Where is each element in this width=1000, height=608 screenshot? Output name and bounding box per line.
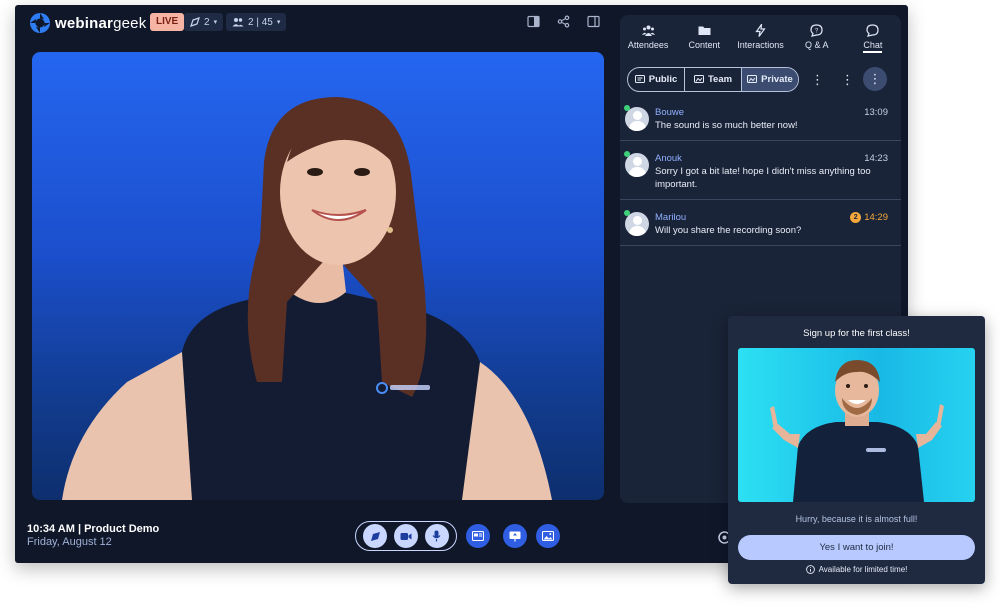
signup-popup: Sign up for the first class! Hurry, beca… xyxy=(728,316,985,584)
share-icon[interactable] xyxy=(557,15,570,28)
popup-note-text: Available for limited time! xyxy=(818,565,908,574)
panel-tabs: Attendees Content Interactions ? Q & A C… xyxy=(620,15,901,59)
popup-hint: Hurry, because it is almost full! xyxy=(795,514,918,524)
private-chat-icon xyxy=(747,75,758,83)
message-text: Will you share the recording soon? xyxy=(655,225,802,236)
logo-mark-icon xyxy=(30,13,50,33)
presenter-tool-button[interactable] xyxy=(363,524,388,548)
image-icon xyxy=(542,531,554,541)
chevron-down-icon: ▾ xyxy=(213,19,218,26)
live-badge: LIVE xyxy=(150,13,185,31)
video-camera-icon xyxy=(400,532,412,540)
online-indicator xyxy=(624,105,630,111)
logo-text-light: geek xyxy=(113,14,147,32)
tab-content[interactable]: Content xyxy=(676,15,732,59)
message-text: Sorry I got a bit late! hope I didn't mi… xyxy=(655,166,871,190)
info-icon xyxy=(805,565,815,574)
message-time: 13:09 xyxy=(864,107,888,118)
message-time: 14:23 xyxy=(864,153,888,164)
media-controls xyxy=(355,521,457,551)
top-actions xyxy=(527,15,600,28)
scope-label: Private xyxy=(761,74,793,85)
tab-attendees[interactable]: Attendees xyxy=(620,15,676,59)
message-author[interactable]: Bouwe xyxy=(655,107,684,118)
presenter-figure xyxy=(770,360,944,502)
presenter-figure xyxy=(62,97,552,500)
tab-label: Content xyxy=(688,40,721,50)
more-options-icon[interactable]: ⋮ xyxy=(811,73,824,86)
message-time: 14:29 xyxy=(864,212,888,223)
session-date: Friday, August 12 xyxy=(27,536,112,548)
attendees-count: 2 | 45 xyxy=(248,16,273,28)
avatar xyxy=(625,212,649,236)
session-time-title: 10:34 AM | Product Demo xyxy=(27,523,160,535)
scope-label: Public xyxy=(648,74,678,85)
chat-message: Bouwe 13:09 The sound is so much better … xyxy=(620,101,901,141)
unread-count-badge: 2 xyxy=(850,212,862,223)
svg-text:?: ? xyxy=(815,29,819,35)
microphone-button[interactable] xyxy=(424,524,449,548)
chat-menu-button[interactable]: ⋮ xyxy=(863,67,887,91)
tab-qa[interactable]: ? Q & A xyxy=(789,15,845,59)
tab-interactions[interactable]: Interactions xyxy=(732,15,788,59)
media-button[interactable] xyxy=(536,524,560,548)
camera-button[interactable] xyxy=(393,524,418,548)
chat-message: Anouk 14:23 Sorry I got a bit late! hope… xyxy=(620,147,901,200)
people-icon xyxy=(232,18,244,27)
layout-sidebar-icon[interactable] xyxy=(527,15,540,28)
public-chat-icon xyxy=(634,75,645,83)
tab-label: Attendees xyxy=(627,40,669,50)
message-author[interactable]: Marilou xyxy=(655,212,686,223)
logo-text-bold: webinar xyxy=(55,14,114,32)
microphone-icon xyxy=(432,530,441,542)
online-indicator xyxy=(624,210,630,216)
more-options-icon[interactable]: ⋮ xyxy=(841,73,854,86)
more-options-icon: ⋮ xyxy=(868,71,882,86)
message-text: The sound is so much better now! xyxy=(655,120,798,131)
scope-label: Team xyxy=(707,74,733,85)
popup-video xyxy=(738,348,975,502)
webinargeek-logo: webinargeek xyxy=(29,12,146,34)
chat-scope-selector: Public Team Private xyxy=(627,67,799,92)
presentation-layout-icon xyxy=(472,531,484,541)
folder-icon xyxy=(698,26,711,35)
panel-toggle-icon[interactable] xyxy=(587,15,600,28)
presenters-count: 2 xyxy=(204,16,210,28)
message-time-unread: 2 14:29 xyxy=(850,212,888,223)
attendees-icon xyxy=(641,25,655,36)
avatar xyxy=(625,153,649,177)
popup-note: Available for limited time! xyxy=(728,565,985,574)
chat-bubble-icon xyxy=(866,24,880,37)
presenter-video xyxy=(32,52,604,500)
tab-label: Q & A xyxy=(804,40,829,50)
presenters-dropdown[interactable]: 2 ▾ xyxy=(184,13,224,31)
screen-share-button[interactable] xyxy=(503,524,527,548)
presenter-icon xyxy=(190,17,200,27)
pen-icon xyxy=(370,531,380,541)
question-bubble-icon: ? xyxy=(810,24,823,37)
lightning-icon xyxy=(755,24,766,37)
scope-private[interactable]: Private xyxy=(742,68,798,91)
tab-label: Interactions xyxy=(737,40,784,50)
top-bar: webinargeek LIVE 2 ▾ 2 | 45 ▾ xyxy=(15,5,615,39)
chevron-down-icon: ▾ xyxy=(276,19,281,26)
popup-title: Sign up for the first class! xyxy=(803,328,910,339)
chat-message: Marilou 2 14:29 Will you share the recor… xyxy=(620,206,901,246)
tab-chat[interactable]: Chat xyxy=(845,15,901,59)
screen-share-icon xyxy=(509,531,521,541)
attendees-dropdown[interactable]: 2 | 45 ▾ xyxy=(226,13,287,31)
team-chat-icon xyxy=(693,75,704,83)
scope-team[interactable]: Team xyxy=(685,68,742,91)
scope-public[interactable]: Public xyxy=(628,68,685,91)
layout-button[interactable] xyxy=(466,524,490,548)
logo-text: webinargeek xyxy=(55,15,146,32)
avatar xyxy=(625,107,649,131)
online-indicator xyxy=(624,151,630,157)
message-author[interactable]: Anouk xyxy=(655,153,682,164)
join-button[interactable]: Yes I want to join! xyxy=(738,535,975,560)
tab-label: Chat xyxy=(863,40,883,53)
